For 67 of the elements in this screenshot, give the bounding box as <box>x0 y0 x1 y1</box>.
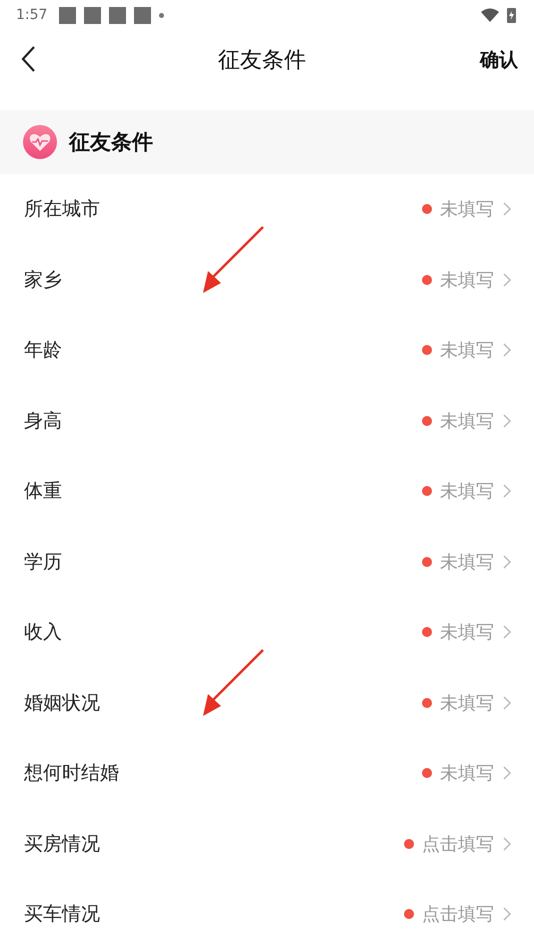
field-label: 学历 <box>24 550 63 575</box>
status-dot <box>422 345 432 356</box>
back-icon <box>20 45 36 73</box>
section-title: 征友条件 <box>69 129 153 156</box>
status-dot <box>422 204 432 214</box>
status-dot <box>422 486 432 496</box>
chevron-icon <box>502 836 512 852</box>
status-dot <box>422 698 432 708</box>
chevron-icon <box>502 765 512 782</box>
chevron-icon <box>502 483 512 500</box>
field-label: 想何时结婚 <box>24 761 120 786</box>
chevron-icon <box>502 272 512 288</box>
notification-icon <box>134 6 152 24</box>
field-label: 年龄 <box>24 338 63 364</box>
chevron-icon <box>502 906 512 922</box>
field-label: 买车情况 <box>24 902 101 928</box>
field-status[interactable]: 未填写 <box>422 268 512 292</box>
field-status[interactable]: 点击填写 <box>404 902 512 926</box>
status-text: 未填写 <box>440 762 494 786</box>
field-status[interactable]: 点击填写 <box>404 832 512 856</box>
page-title: 征友条件 <box>217 47 307 75</box>
status-text: 点击填写 <box>422 903 494 926</box>
chevron-icon <box>502 201 512 218</box>
field-label: 体重 <box>24 479 63 504</box>
field-label: 家乡 <box>24 268 63 293</box>
notification-icon <box>59 6 76 24</box>
status-text: 点击填写 <box>422 832 494 856</box>
field-status[interactable]: 未填写 <box>422 550 512 574</box>
field-status[interactable]: 未填写 <box>422 690 512 715</box>
status-dot <box>404 909 414 920</box>
clock-time: 1:57 <box>16 7 48 23</box>
wifi-icon <box>481 8 499 22</box>
field-label: 婚姻状况 <box>24 690 101 716</box>
field-label: 身高 <box>24 408 63 434</box>
status-text: 未填写 <box>440 480 494 504</box>
dot-icon <box>159 12 164 18</box>
status-text: 未填写 <box>440 198 494 222</box>
status-text: 未填写 <box>440 268 494 292</box>
field-status[interactable]: 未填写 <box>422 620 512 644</box>
field-status[interactable]: 未填写 <box>422 197 512 222</box>
confirm-button[interactable]: 确认 <box>480 47 518 73</box>
field-status[interactable]: 未填写 <box>422 761 512 786</box>
status-dot <box>422 768 432 778</box>
status-dot <box>422 416 432 426</box>
notification-icon <box>109 6 126 24</box>
chevron-icon <box>502 412 512 429</box>
field-label: 买房情况 <box>24 832 101 857</box>
status-text: 未填写 <box>440 339 494 362</box>
chevron-icon <box>502 342 512 358</box>
field-status[interactable]: 未填写 <box>422 408 512 433</box>
chevron-icon <box>502 694 512 711</box>
status-dot <box>422 274 432 285</box>
status-dot <box>404 838 414 849</box>
battery-icon <box>507 7 516 23</box>
field-status[interactable]: 未填写 <box>422 479 512 504</box>
chevron-icon <box>502 624 512 640</box>
field-label: 收入 <box>24 620 63 646</box>
status-text: 未填写 <box>440 621 494 644</box>
status-text: 未填写 <box>440 410 494 433</box>
status-dot <box>422 627 432 638</box>
status-dot <box>422 556 432 567</box>
field-label: 所在城市 <box>24 197 101 222</box>
notification-icon <box>84 6 102 24</box>
field-status[interactable]: 未填写 <box>422 338 512 362</box>
status-text: 未填写 <box>440 550 494 574</box>
status-text: 未填写 <box>440 692 494 715</box>
chevron-icon <box>502 554 512 570</box>
